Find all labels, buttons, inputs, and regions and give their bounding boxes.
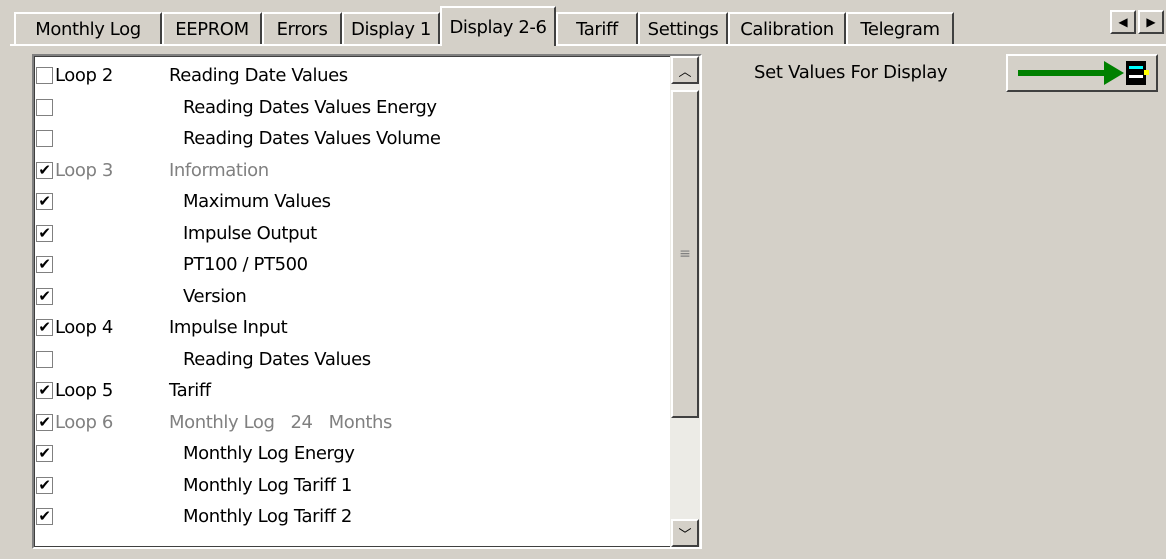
item-description: Reading Dates Values Volume <box>183 128 441 150</box>
loop-label: Loop 5 <box>55 380 113 402</box>
list-item[interactable]: ✔ Monthly Log Tariff 2 <box>36 501 668 533</box>
list-item[interactable]: ✔ Monthly Log Energy <box>36 438 668 470</box>
chevron-down-icon[interactable]: ﹀ <box>671 519 699 547</box>
item-description: Version <box>183 285 247 307</box>
checkbox[interactable]: ✔ <box>36 381 53 400</box>
checkbox[interactable] <box>36 98 53 116</box>
tab-monthly-log[interactable]: Monthly Log <box>14 12 162 44</box>
checkbox[interactable]: ✔ <box>36 444 53 463</box>
grip-icon: ≡ <box>679 246 691 262</box>
tab-display-1[interactable]: Display 1 <box>342 12 440 44</box>
checkmark-icon: ✔ <box>38 192 51 211</box>
checkbox[interactable]: ✔ <box>36 286 53 305</box>
chevron-up-icon[interactable]: ︿ <box>671 56 699 84</box>
checkmark-icon: ✔ <box>38 286 51 305</box>
vertical-scrollbar[interactable]: ︿ ≡ ﹀ <box>670 56 700 547</box>
checkmark-icon: ✔ <box>38 255 51 274</box>
checkbox[interactable] <box>36 130 53 148</box>
loop-label: Loop 3 <box>55 159 113 181</box>
checkbox[interactable] <box>36 67 53 85</box>
checkmark-icon: ✔ <box>38 444 51 463</box>
tab-display-2-6[interactable]: Display 2-6 <box>440 6 556 46</box>
list-item[interactable]: ✔ Maximum Values <box>36 186 668 218</box>
checkbox[interactable]: ✔ <box>36 160 53 179</box>
checklist-items: Loop 2 Reading Date Values Reading Dates V… <box>36 60 668 533</box>
tab-settings[interactable]: Settings <box>638 12 728 44</box>
checkbox[interactable]: ✔ <box>36 507 53 526</box>
loop-label: Loop 2 <box>55 65 113 87</box>
list-item[interactable]: ✔ Monthly Log Tariff 1 <box>36 470 668 502</box>
list-item[interactable]: ✔ Loop 4 Impulse Input <box>36 312 668 344</box>
item-description: Reading Dates Values <box>183 348 371 370</box>
checkbox[interactable]: ✔ <box>36 412 53 431</box>
list-item[interactable]: ✔ Impulse Output <box>36 218 668 250</box>
loop-label: Loop 4 <box>55 317 113 339</box>
item-description: PT100 / PT500 <box>183 254 308 276</box>
display-loop-checklist[interactable]: Loop 2 Reading Date Values Reading Dates V… <box>32 54 702 549</box>
tab-errors[interactable]: Errors <box>262 12 342 44</box>
item-description: Impulse Output <box>183 222 317 244</box>
list-item[interactable]: ✔ Version <box>36 281 668 313</box>
checkmark-icon: ✔ <box>38 160 51 179</box>
checkmark-icon: ✔ <box>38 223 51 242</box>
item-description: Maximum Values <box>183 191 331 213</box>
item-description: Tariff <box>169 380 211 402</box>
checkmark-icon: ✔ <box>38 381 51 400</box>
checkmark-icon: ✔ <box>38 412 51 431</box>
checkbox[interactable]: ✔ <box>36 192 53 211</box>
checkbox[interactable]: ✔ <box>36 318 53 337</box>
item-description: Monthly Log Energy <box>183 443 355 465</box>
tab-telegram[interactable]: Telegram <box>846 12 954 44</box>
tab-calibration[interactable]: Calibration <box>728 12 846 44</box>
item-description: Impulse Input <box>169 317 288 339</box>
item-description: Monthly Log 24 Months <box>169 411 392 433</box>
arrow-left-icon[interactable]: ◀ <box>1110 10 1136 34</box>
tab-tariff[interactable]: Tariff <box>556 12 638 44</box>
item-description: Monthly Log Tariff 2 <box>183 506 352 528</box>
set-values-button[interactable] <box>1006 54 1158 92</box>
checkbox[interactable]: ✔ <box>36 223 53 242</box>
tab-scroll-buttons: ◀ ▶ <box>1108 10 1164 34</box>
list-item[interactable]: ✔ PT100 / PT500 <box>36 249 668 281</box>
checkmark-icon: ✔ <box>38 475 51 494</box>
tab-strip: Monthly Log EEPROM Errors Display 1 Display … <box>0 0 1166 48</box>
checkbox[interactable] <box>36 350 53 368</box>
set-values-label: Set Values For Display <box>754 62 948 83</box>
list-item[interactable]: ✔ Loop 3 Information <box>36 155 668 187</box>
item-description: Monthly Log Tariff 1 <box>183 474 352 496</box>
loop-label: Loop 6 <box>55 411 113 433</box>
list-item[interactable]: Reading Dates Values <box>36 344 668 376</box>
item-description: Information <box>169 159 269 181</box>
list-item[interactable]: ✔ Loop 5 Tariff <box>36 375 668 407</box>
checkmark-icon: ✔ <box>38 507 51 526</box>
checkbox[interactable]: ✔ <box>36 255 53 274</box>
tab-strip-baseline <box>10 44 1166 46</box>
checkmark-icon: ✔ <box>38 318 51 337</box>
list-item[interactable]: Reading Dates Values Energy <box>36 92 668 124</box>
list-item[interactable]: ✔ Loop 6 Monthly Log 24 Months <box>36 407 668 439</box>
item-description: Reading Date Values <box>169 65 348 87</box>
list-item[interactable]: Reading Dates Values Volume <box>36 123 668 155</box>
item-description: Reading Dates Values Energy <box>183 96 437 118</box>
list-item[interactable]: Loop 2 Reading Date Values <box>36 60 668 92</box>
arrow-right-icon[interactable]: ▶ <box>1138 10 1164 34</box>
arrow-to-display-icon <box>1018 61 1149 85</box>
tab-eeprom[interactable]: EEPROM <box>162 12 262 44</box>
checkbox[interactable]: ✔ <box>36 475 53 494</box>
scrollbar-thumb[interactable]: ≡ <box>671 90 699 418</box>
display-2-6-panel: Loop 2 Reading Date Values Reading Dates V… <box>10 46 1166 559</box>
